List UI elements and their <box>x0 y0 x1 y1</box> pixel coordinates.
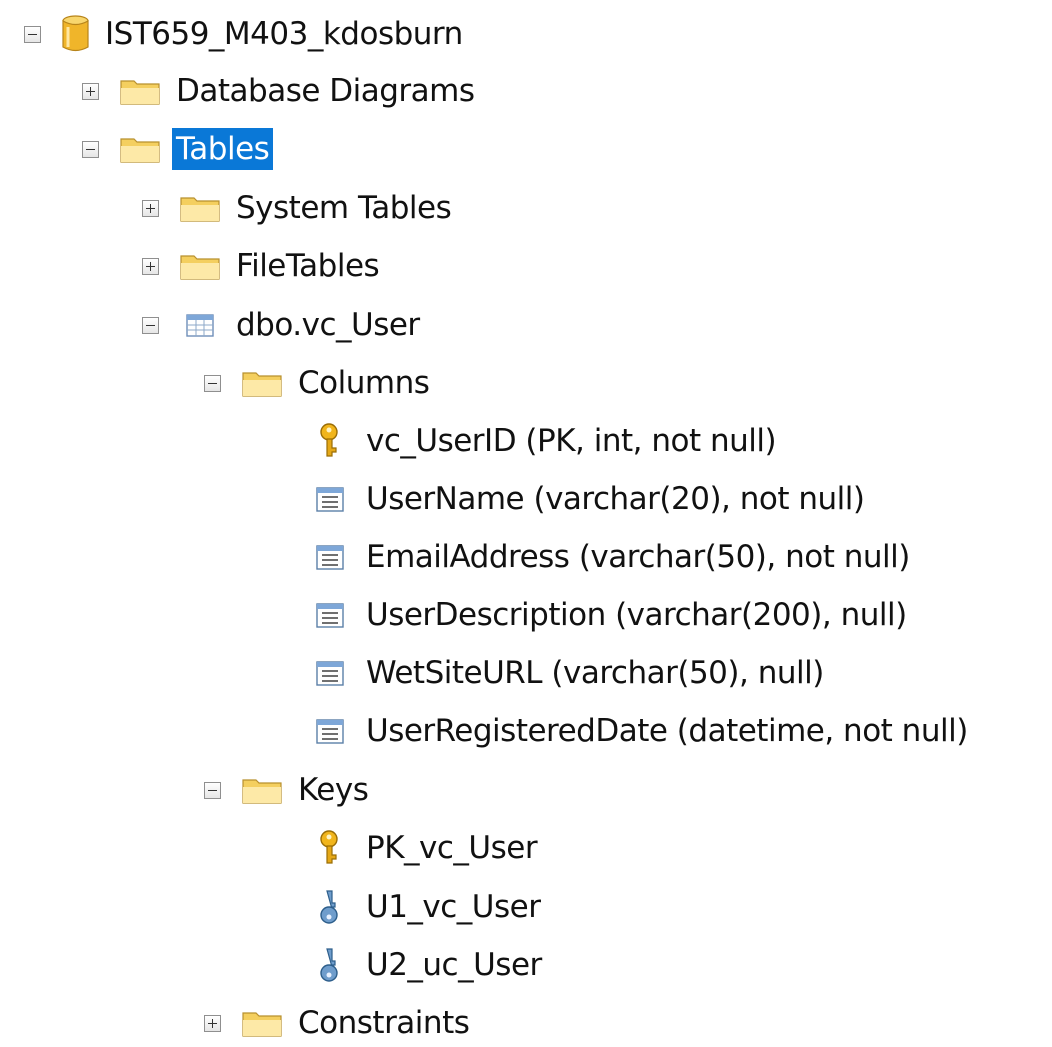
key-label: PK_vc_User <box>366 830 538 866</box>
expand-toggle[interactable] <box>142 199 159 217</box>
unique-key-icon <box>309 888 351 926</box>
system-tables-label: System Tables <box>236 190 452 226</box>
column-icon <box>309 542 351 572</box>
database-label: IST659_M403_kdosburn <box>105 16 463 52</box>
column-icon <box>309 484 351 514</box>
key-item[interactable]: PK_vc_User <box>309 824 541 872</box>
folder-icon <box>179 251 221 281</box>
folder-icon <box>179 193 221 223</box>
column-item[interactable]: UserRegisteredDate (datetime, not null) <box>309 707 972 755</box>
folder-icon <box>119 76 161 106</box>
collapse-toggle[interactable] <box>204 374 221 392</box>
object-explorer-tree: IST659_M403_kdosburn Database Diagrams T… <box>0 0 1052 1042</box>
file-tables-label: FileTables <box>236 248 380 284</box>
column-icon <box>309 658 351 688</box>
column-label: EmailAddress (varchar(50), not null) <box>366 539 910 575</box>
column-item[interactable]: vc_UserID (PK, int, not null) <box>309 417 780 465</box>
tree-node-file-tables[interactable]: FileTables <box>142 242 383 290</box>
table-vc-user-label: dbo.vc_User <box>236 307 420 343</box>
expand-toggle[interactable] <box>82 82 99 100</box>
column-label: vc_UserID (PK, int, not null) <box>366 423 777 459</box>
tree-node-keys[interactable]: Keys <box>204 766 372 814</box>
collapse-toggle[interactable] <box>24 25 41 43</box>
column-label: UserRegisteredDate (datetime, not null) <box>366 713 968 749</box>
primary-key-icon <box>309 829 351 867</box>
database-diagrams-label: Database Diagrams <box>176 73 475 109</box>
expand-toggle[interactable] <box>142 257 159 275</box>
column-icon <box>309 716 351 746</box>
tree-node-columns[interactable]: Columns <box>204 359 433 407</box>
tree-node-table-vc-user[interactable]: dbo.vc_User <box>142 301 424 349</box>
column-icon <box>309 600 351 630</box>
column-label: UserDescription (varchar(200), null) <box>366 597 907 633</box>
folder-icon <box>241 368 283 398</box>
column-label: WetSiteURL (varchar(50), null) <box>366 655 824 691</box>
table-icon <box>179 310 221 340</box>
collapse-toggle[interactable] <box>142 316 159 334</box>
tree-node-system-tables[interactable]: System Tables <box>142 184 455 232</box>
folder-icon <box>241 1008 283 1038</box>
tree-node-constraints[interactable]: Constraints <box>204 999 473 1047</box>
tables-label: Tables <box>172 128 274 170</box>
column-item[interactable]: EmailAddress (varchar(50), not null) <box>309 533 914 581</box>
tree-node-database[interactable]: IST659_M403_kdosburn <box>24 10 467 58</box>
key-label: U2_uc_User <box>366 947 542 983</box>
unique-key-icon <box>309 946 351 984</box>
folder-icon <box>241 775 283 805</box>
column-item[interactable]: WetSiteURL (varchar(50), null) <box>309 649 828 697</box>
tree-node-database-diagrams[interactable]: Database Diagrams <box>82 67 479 115</box>
constraints-label: Constraints <box>298 1005 470 1041</box>
primary-key-icon <box>309 422 351 460</box>
key-item[interactable]: U1_vc_User <box>309 883 544 931</box>
tree-node-tables[interactable]: Tables <box>82 125 274 173</box>
expand-toggle[interactable] <box>204 1014 221 1032</box>
folder-icon <box>119 134 161 164</box>
column-label: UserName (varchar(20), not null) <box>366 481 865 517</box>
keys-label: Keys <box>298 772 369 808</box>
columns-label: Columns <box>298 365 430 401</box>
collapse-toggle[interactable] <box>82 140 99 158</box>
column-item[interactable]: UserDescription (varchar(200), null) <box>309 591 911 639</box>
column-item[interactable]: UserName (varchar(20), not null) <box>309 475 868 523</box>
database-icon <box>61 14 90 54</box>
key-label: U1_vc_User <box>366 889 541 925</box>
collapse-toggle[interactable] <box>204 781 221 799</box>
key-item[interactable]: U2_uc_User <box>309 941 546 989</box>
